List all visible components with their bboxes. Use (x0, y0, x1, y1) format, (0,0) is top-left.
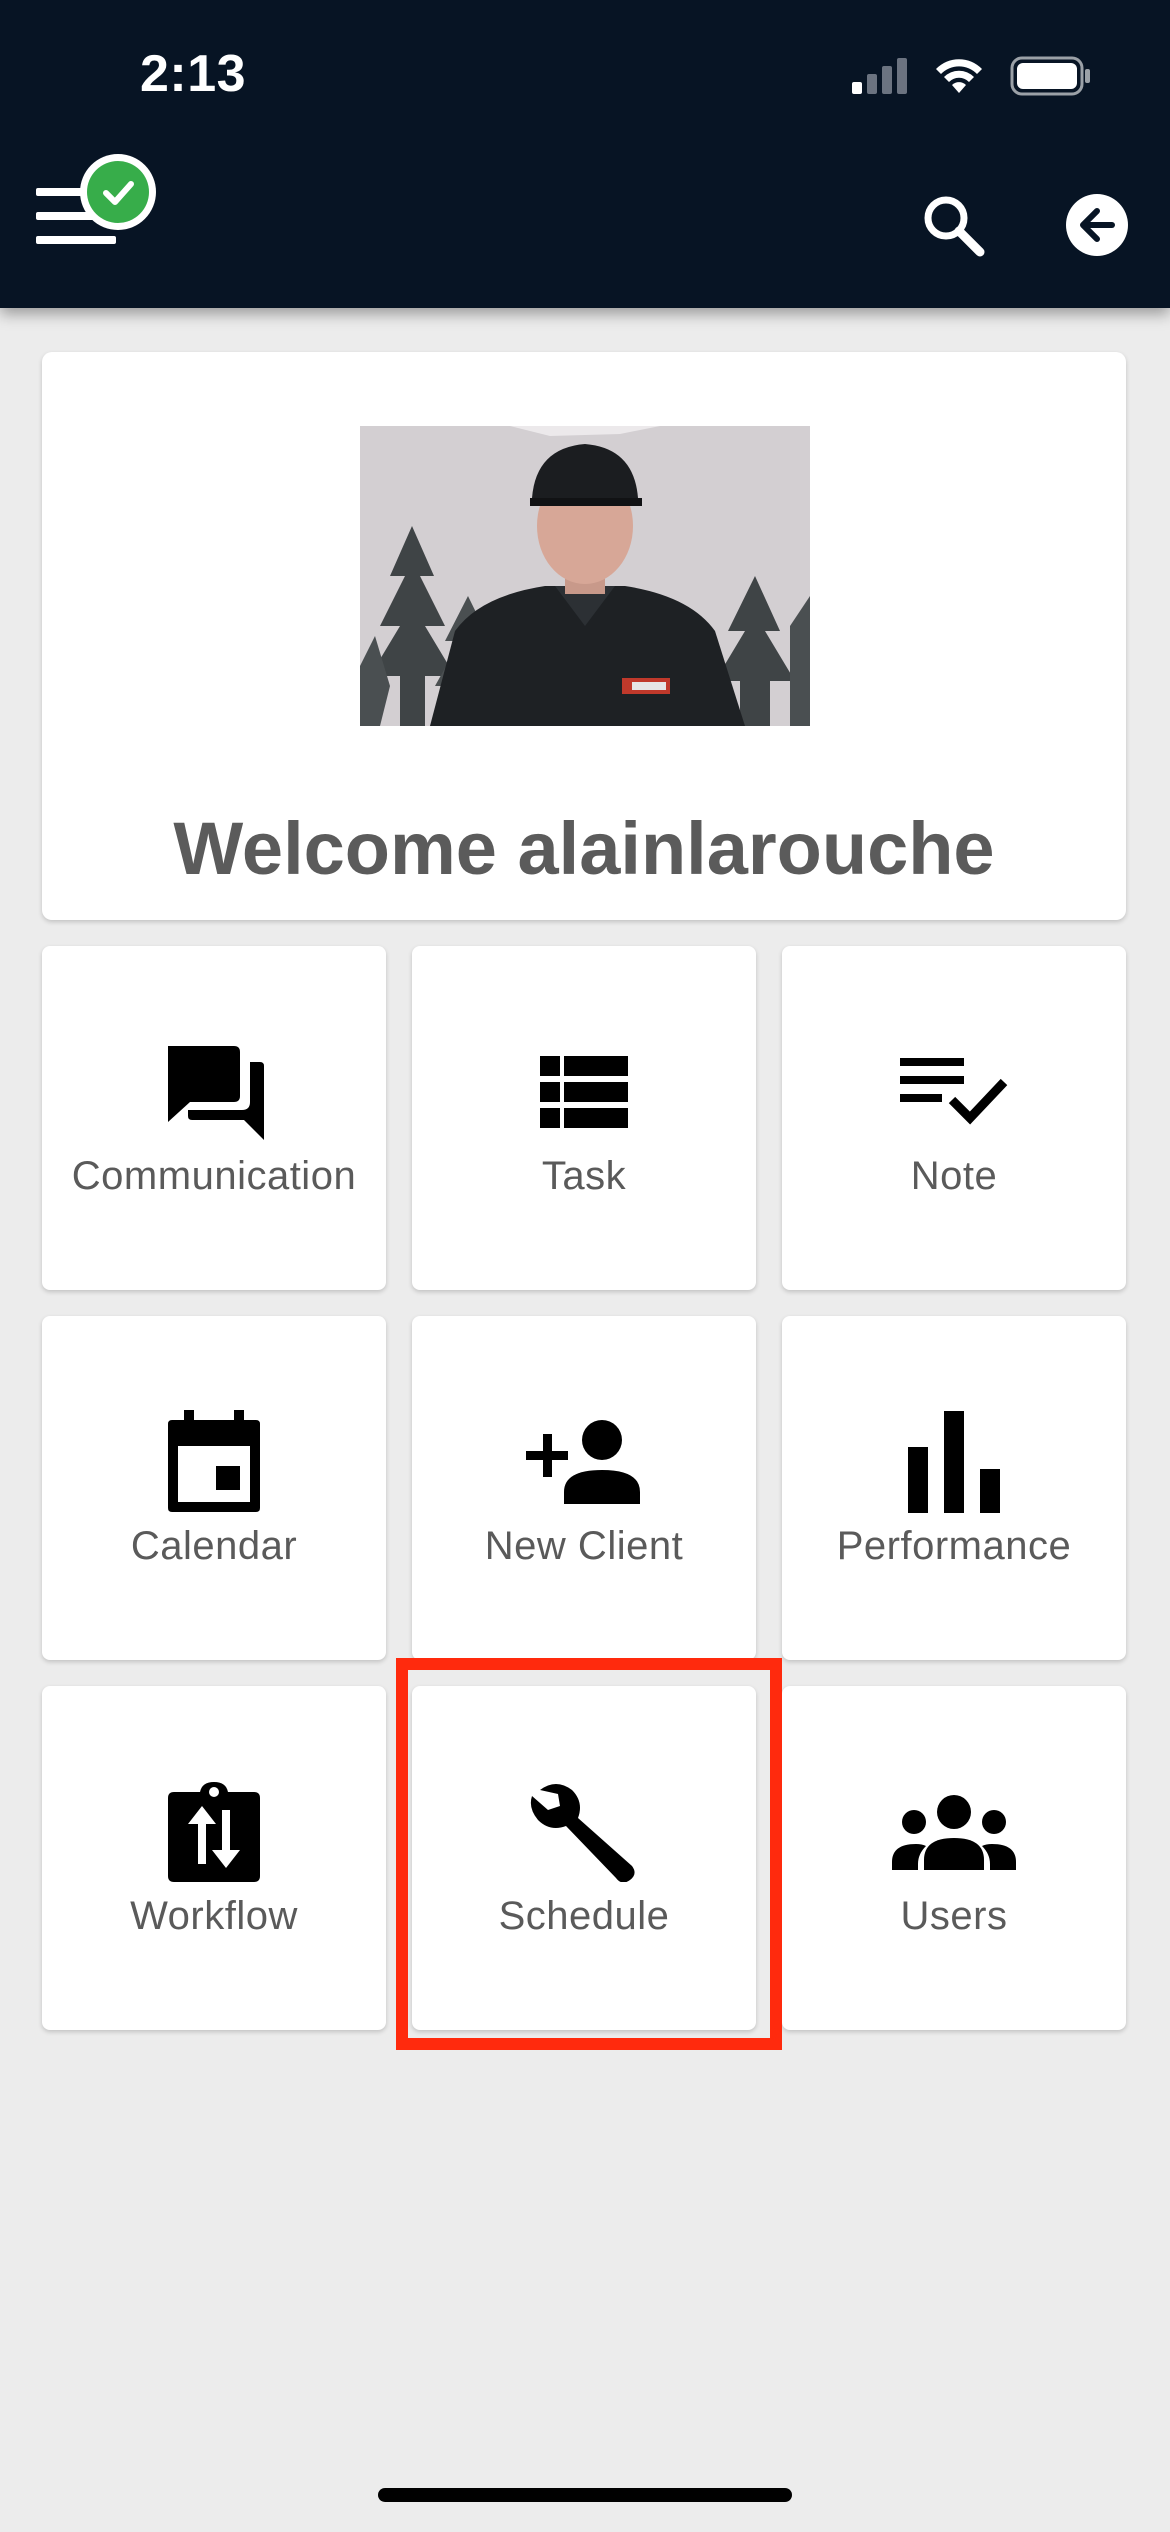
search-button[interactable] (918, 190, 990, 262)
tile-label: Task (541, 1154, 627, 1198)
tile-label: Communication (71, 1154, 357, 1198)
tile-label: Schedule (498, 1894, 670, 1938)
tile-icon-wrapper (412, 1776, 756, 1888)
tile-icon-wrapper (412, 1406, 756, 1518)
tile-note[interactable]: Note (782, 946, 1126, 1290)
tile-label: Performance (836, 1524, 1072, 1568)
search-icon (924, 196, 985, 257)
tile-task[interactable]: Task (412, 946, 756, 1290)
status-icons (852, 56, 1092, 96)
bar-chart-icon (908, 1411, 1000, 1513)
tile-icon-wrapper (42, 1406, 386, 1518)
tile-label: Calendar (130, 1524, 298, 1568)
group-icon (892, 1795, 1016, 1870)
back-button[interactable] (1066, 194, 1128, 256)
tile-icon-wrapper (782, 1406, 1126, 1518)
avatar (360, 426, 810, 726)
tile-icon-wrapper (42, 1776, 386, 1888)
sync-status-badge[interactable] (80, 154, 156, 230)
tile-icon-wrapper (412, 1036, 756, 1148)
arrow-left-icon (1080, 208, 1115, 242)
wifi-icon (936, 59, 982, 93)
tile-icon-wrapper (782, 1036, 1126, 1148)
view-list-icon (540, 1056, 628, 1128)
calendar-event-icon (168, 1410, 260, 1512)
battery-icon (1010, 56, 1090, 96)
tile-users[interactable]: Users (782, 1686, 1126, 2030)
tile-workflow[interactable]: Workflow (42, 1686, 386, 2030)
tile-icon-wrapper (42, 1036, 386, 1148)
playlist-check-icon (900, 1058, 1008, 1125)
tile-performance[interactable]: Performance (782, 1316, 1126, 1660)
home-indicator[interactable] (378, 2488, 792, 2502)
forum-icon (168, 1046, 264, 1140)
app-bar: 2:13 (0, 0, 1170, 308)
person-add-icon (526, 1420, 640, 1504)
cellular-signal-icon (852, 58, 907, 94)
tile-communication[interactable]: Communication (42, 946, 386, 1290)
tile-label: Users (900, 1894, 1008, 1938)
tile-label: Note (910, 1154, 998, 1198)
welcome-card: Welcome alainlarouche (42, 352, 1126, 920)
avatar-photo (360, 426, 810, 726)
tile-schedule[interactable]: Schedule (412, 1686, 756, 2030)
tile-label: New Client (484, 1524, 684, 1568)
status-time: 2:13 (140, 45, 247, 103)
clipboard-swap-icon (168, 1782, 260, 1882)
welcome-title: Welcome alainlarouche (173, 807, 995, 890)
tile-calendar[interactable]: Calendar (42, 1316, 386, 1660)
tile-label: Workflow (130, 1894, 298, 1938)
wrench-icon (530, 1784, 635, 1882)
tile-new-client[interactable]: New Client (412, 1316, 756, 1660)
tile-icon-wrapper (782, 1776, 1126, 1888)
menu-bar-bottom (36, 236, 116, 244)
check-circle-icon (87, 161, 149, 223)
